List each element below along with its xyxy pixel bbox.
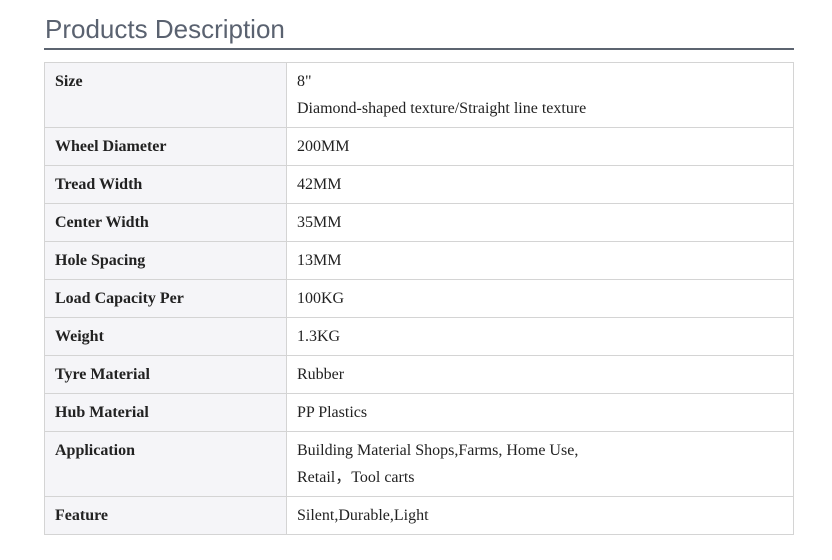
spec-value: Rubber: [286, 355, 794, 394]
spec-label: Tyre Material: [44, 355, 287, 394]
spec-label: Size: [44, 62, 287, 128]
table-row: Tyre Material Rubber: [44, 355, 794, 394]
spec-value-line: 35MM: [297, 214, 342, 231]
spec-value-line: 1.3KG: [297, 328, 341, 345]
spec-value-line: Rubber: [297, 366, 345, 383]
spec-value-line: Retail，Tool carts: [297, 469, 415, 486]
spec-table: Size 8" Diamond-shaped texture/Straight …: [44, 62, 794, 535]
spec-value: 13MM: [286, 241, 794, 280]
table-row: Application Building Material Shops,Farm…: [44, 431, 794, 497]
spec-value: 8" Diamond-shaped texture/Straight line …: [286, 62, 794, 128]
spec-value-line: Silent,Durable,Light: [297, 507, 429, 524]
spec-value: Building Material Shops,Farms, Home Use,…: [286, 431, 794, 497]
spec-label: Load Capacity Per: [44, 279, 287, 318]
table-row: Hub Material PP Plastics: [44, 393, 794, 432]
spec-value: 1.3KG: [286, 317, 794, 356]
table-row: Hole Spacing 13MM: [44, 241, 794, 280]
spec-label: Tread Width: [44, 165, 287, 204]
products-description-section: Products Description Size 8" Diamond-sha…: [44, 0, 794, 535]
spec-label: Center Width: [44, 203, 287, 242]
table-row: Center Width 35MM: [44, 203, 794, 242]
table-row: Wheel Diameter 200MM: [44, 127, 794, 166]
spec-value-line: 42MM: [297, 176, 342, 193]
spec-value-line: Building Material Shops,Farms, Home Use,: [297, 442, 579, 459]
table-row: Feature Silent,Durable,Light: [44, 496, 794, 535]
spec-value-line: Diamond-shaped texture/Straight line tex…: [297, 100, 587, 117]
spec-label: Feature: [44, 496, 287, 535]
spec-label: Hole Spacing: [44, 241, 287, 280]
spec-value: PP Plastics: [286, 393, 794, 432]
table-row: Size 8" Diamond-shaped texture/Straight …: [44, 62, 794, 128]
spec-label: Hub Material: [44, 393, 287, 432]
spec-value-line: 200MM: [297, 138, 350, 155]
spec-value-line: 13MM: [297, 252, 342, 269]
spec-value-line: PP Plastics: [297, 404, 368, 421]
spec-value: 42MM: [286, 165, 794, 204]
spec-label: Weight: [44, 317, 287, 356]
spec-label: Wheel Diameter: [44, 127, 287, 166]
spec-label: Application: [44, 431, 287, 497]
spec-value: Silent,Durable,Light: [286, 496, 794, 535]
spec-value: 100KG: [286, 279, 794, 318]
spec-table-body: Size 8" Diamond-shaped texture/Straight …: [44, 62, 794, 535]
spec-value-line: 8": [297, 73, 312, 90]
spec-value-line: 100KG: [297, 290, 345, 307]
table-row: Weight 1.3KG: [44, 317, 794, 356]
table-row: Tread Width 42MM: [44, 165, 794, 204]
table-row: Load Capacity Per 100KG: [44, 279, 794, 318]
spec-value: 35MM: [286, 203, 794, 242]
section-title: Products Description: [44, 0, 794, 50]
spec-value: 200MM: [286, 127, 794, 166]
